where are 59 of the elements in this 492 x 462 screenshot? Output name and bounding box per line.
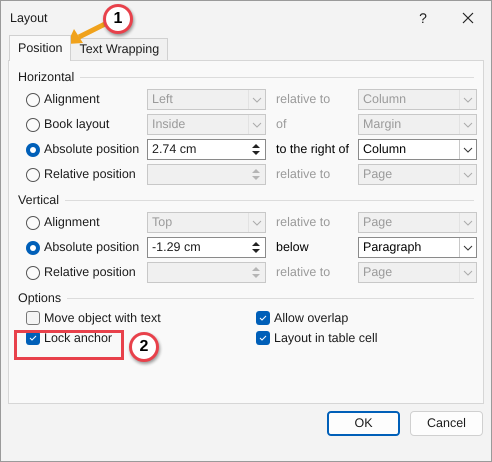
- help-button[interactable]: ?: [401, 3, 445, 33]
- chevron-down-icon: [463, 146, 473, 152]
- checkbox-label: Layout in table cell: [274, 330, 378, 347]
- radio-button[interactable]: [26, 92, 40, 106]
- tab[interactable]: Position: [9, 35, 72, 61]
- radio-label: Absolute position: [44, 141, 140, 158]
- checkmark-icon: [29, 335, 37, 341]
- relation-label: below: [275, 239, 310, 256]
- radio-button[interactable]: [26, 216, 40, 230]
- radio-button[interactable]: [26, 168, 40, 182]
- spin-arrows-icon: [250, 239, 262, 256]
- radio-label: Relative position: [44, 166, 136, 184]
- radio-label: Alignment: [44, 91, 100, 108]
- spinner-field[interactable]: 2.74 cm: [147, 139, 266, 160]
- close-icon: [462, 12, 474, 24]
- spinner-field[interactable]: -1.29 cm: [147, 237, 266, 258]
- window-title: Layout: [10, 10, 48, 27]
- spin-arrows-icon: [250, 141, 262, 158]
- radio-label: Absolute position: [44, 239, 140, 256]
- checkbox[interactable]: [256, 311, 270, 325]
- chevron-down-icon: [463, 96, 473, 102]
- radio-button[interactable]: [26, 240, 40, 254]
- radio-label: Alignment: [44, 214, 100, 232]
- chevron-down-icon: [252, 220, 262, 226]
- spin-arrows-icon: [250, 166, 262, 183]
- chevron-down-icon: [252, 122, 262, 128]
- radio-button[interactable]: [26, 118, 40, 132]
- checkbox-label: Move object with text: [44, 310, 161, 327]
- chevron-down-icon: [463, 244, 473, 250]
- dropdown[interactable]: Paragraph: [358, 237, 477, 258]
- relation-label: relative to: [275, 214, 332, 232]
- group-heading: Horizontal: [18, 68, 74, 86]
- relation-label: of: [275, 116, 288, 134]
- relation-label: relative to: [275, 166, 332, 184]
- chevron-down-icon: [252, 96, 262, 102]
- spin-arrows-icon: [250, 264, 262, 281]
- radio-label: Book layout: [44, 116, 110, 134]
- checkmark-icon: [259, 315, 267, 321]
- checkmark-icon: [259, 335, 267, 341]
- radio-button[interactable]: [26, 266, 40, 280]
- relation-label: relative to: [275, 264, 332, 282]
- dialog-button[interactable]: Cancel: [410, 411, 483, 436]
- checkbox[interactable]: [256, 331, 270, 345]
- relation-label: to the right of: [275, 141, 350, 158]
- chevron-down-icon: [463, 270, 473, 276]
- group-heading: Vertical: [18, 192, 59, 209]
- checkbox[interactable]: [26, 311, 40, 325]
- checkbox-label: Allow overlap: [274, 310, 348, 327]
- chevron-down-icon: [463, 220, 473, 226]
- radio-button[interactable]: [26, 142, 40, 156]
- relation-label: relative to: [275, 91, 332, 108]
- chevron-down-icon: [463, 172, 473, 178]
- radio-label: Relative position: [44, 264, 136, 282]
- step-number-badge: 1: [103, 4, 133, 34]
- group-heading: Options: [18, 290, 62, 307]
- checkbox-label: Lock anchor: [44, 330, 112, 347]
- dropdown[interactable]: Column: [358, 139, 477, 160]
- chevron-down-icon: [463, 122, 473, 128]
- dialog-button[interactable]: OK: [327, 411, 400, 436]
